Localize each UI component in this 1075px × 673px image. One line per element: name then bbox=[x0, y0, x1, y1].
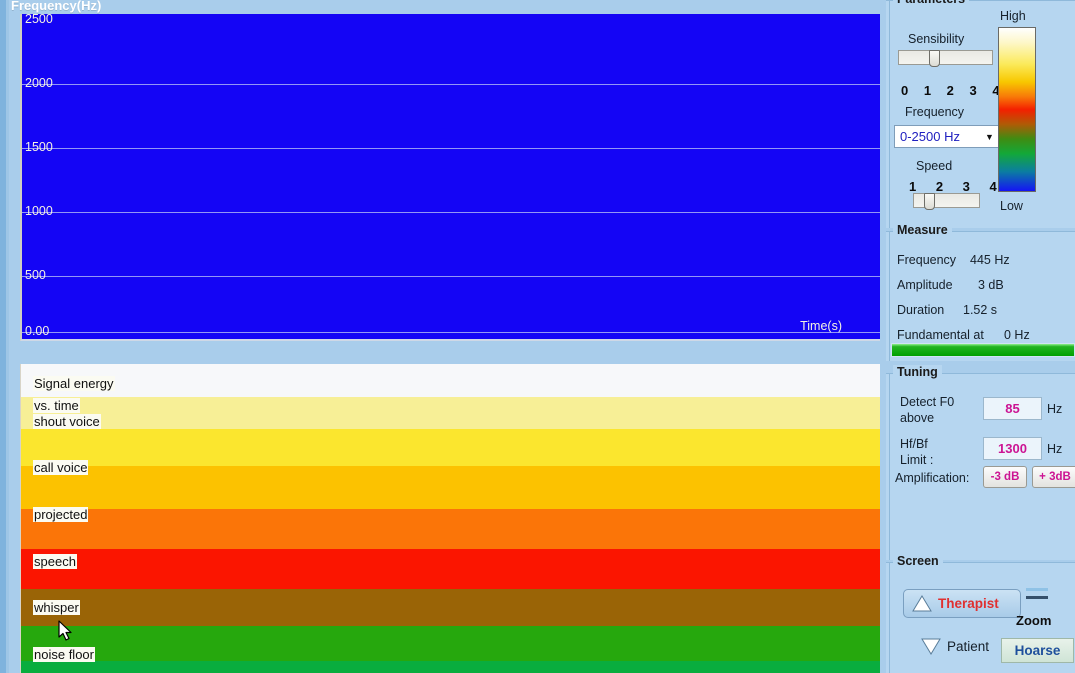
zoom-dash-dark-icon bbox=[1026, 596, 1048, 599]
hfbf-limit-label-line1: Hf/Bf bbox=[900, 437, 928, 451]
triangle-up-icon bbox=[912, 595, 932, 612]
parameters-panel: Parameters Sensibility 0 1 2 3 4 5 Frequ… bbox=[886, 0, 1075, 228]
energy-band bbox=[21, 661, 880, 673]
amplification-decrease-label: -3 dB bbox=[990, 471, 1020, 483]
color-scale-high-label: High bbox=[1000, 9, 1026, 23]
tuning-panel: Tuning Detect F0 above 85 Hz Hf/Bf Limit… bbox=[886, 365, 1075, 560]
amplification-increase-button[interactable]: + 3dB bbox=[1032, 466, 1075, 488]
triangle-down-icon bbox=[921, 638, 941, 655]
sensibility-label: Sensibility bbox=[908, 32, 965, 46]
parameters-group-side bbox=[889, 1, 890, 228]
measure-panel: Measure Frequency 445 Hz Amplitude 3 dB … bbox=[886, 223, 1075, 361]
measure-title: Measure bbox=[893, 223, 952, 237]
spectrogram-gridline bbox=[22, 84, 880, 85]
measure-fundamental-value: 0 Hz bbox=[1004, 328, 1030, 342]
spectrogram-gridline bbox=[22, 276, 880, 277]
chevron-down-icon: ▼ bbox=[985, 131, 994, 142]
zoom-label: Zoom bbox=[1016, 613, 1052, 628]
spectrogram-y-tick: 500 bbox=[25, 268, 46, 282]
spectrogram-panel: Frequency(Hz) Time(s) 2500 2000 1500 1000 50… bbox=[9, 0, 881, 352]
hfbf-limit-label-line2: Limit : bbox=[900, 453, 934, 467]
hoarse-button[interactable]: Hoarse bbox=[1001, 638, 1074, 663]
energy-band bbox=[21, 429, 880, 466]
band-label-noise-floor: noise floor bbox=[33, 647, 95, 662]
measure-duration-value: 1.52 s bbox=[963, 303, 998, 317]
band-label-shout-voice: shout voice bbox=[33, 414, 101, 429]
band-label-whisper: whisper bbox=[33, 600, 80, 615]
spectrogram-y-tick: 1000 bbox=[25, 204, 53, 218]
spectrogram-y-tick: 1500 bbox=[25, 140, 53, 154]
band-label-projected: projected bbox=[33, 507, 89, 522]
zoom-control[interactable] bbox=[1026, 588, 1048, 599]
hfbf-limit-input[interactable]: 1300 bbox=[983, 437, 1042, 460]
energy-band bbox=[21, 549, 880, 589]
measure-duration-label: Duration bbox=[897, 303, 945, 317]
spectrogram-gridline bbox=[22, 148, 880, 149]
hfbf-limit-unit: Hz bbox=[1047, 442, 1063, 456]
energy-band bbox=[21, 364, 880, 397]
spectrogram-y-tick: 2500 bbox=[25, 12, 53, 26]
spectrogram-y-tick: 2000 bbox=[25, 76, 53, 90]
color-scale-bar bbox=[998, 27, 1036, 192]
spectrogram-x-axis-title: Time(s) bbox=[800, 319, 842, 333]
screen-panel: Screen Therapist Patient Zoom Hoarse bbox=[886, 554, 1075, 673]
detect-f0-label-line1: Detect F0 bbox=[900, 395, 955, 409]
detect-f0-label-line2: above bbox=[900, 411, 935, 425]
energy-band-stack: Signal energy vs. time shout voice call voi… bbox=[20, 364, 880, 673]
color-scale-low-label: Low bbox=[1000, 199, 1023, 213]
amplification-increase-label: + 3dB bbox=[1039, 471, 1071, 483]
energy-band bbox=[21, 626, 880, 661]
frequency-range-label: Frequency bbox=[905, 105, 965, 119]
measure-fundamental-label: Fundamental at bbox=[897, 328, 984, 342]
parameters-title: Parameters bbox=[893, 0, 970, 6]
signal-energy-legend-panel: Signal energy vs. time shout voice call voi… bbox=[9, 362, 881, 673]
measure-group-side bbox=[889, 232, 890, 361]
spectrogram-y-axis-title: Frequency(Hz) bbox=[11, 0, 102, 13]
spectrogram-gridline bbox=[22, 332, 880, 333]
speed-slider[interactable] bbox=[913, 193, 980, 210]
energy-band bbox=[21, 509, 880, 549]
energy-band bbox=[21, 466, 880, 509]
spectrogram-plot-area[interactable]: Time(s) 2500 2000 1500 1000 500 0.00 bbox=[20, 12, 880, 341]
legend-heading: Signal energy bbox=[33, 376, 115, 391]
amplification-decrease-button[interactable]: -3 dB bbox=[983, 466, 1027, 488]
hfbf-limit-value: 1300 bbox=[998, 441, 1027, 456]
screen-group-side bbox=[889, 563, 890, 673]
screen-title: Screen bbox=[893, 554, 943, 568]
measure-amplitude-value: 3 dB bbox=[978, 278, 1004, 292]
legend-subheading: vs. time bbox=[33, 398, 80, 413]
measure-frequency-value: 445 Hz bbox=[970, 253, 1010, 267]
spectrogram-gridline bbox=[22, 212, 880, 213]
speed-slider-thumb[interactable] bbox=[924, 193, 935, 210]
application-window: Frequency(Hz) Time(s) 2500 2000 1500 1000 50… bbox=[0, 0, 1075, 673]
sensibility-slider[interactable] bbox=[898, 50, 993, 67]
detect-f0-input[interactable]: 85 bbox=[983, 397, 1042, 420]
signal-level-progress-bar bbox=[891, 343, 1075, 357]
energy-band bbox=[21, 397, 880, 429]
speed-label: Speed bbox=[916, 159, 953, 173]
therapist-view-label: Therapist bbox=[938, 596, 999, 611]
band-label-call-voice: call voice bbox=[33, 460, 89, 475]
tuning-title: Tuning bbox=[893, 365, 942, 379]
frequency-range-select[interactable]: 0-2500 Hz ▼ bbox=[894, 125, 999, 148]
detect-f0-value: 85 bbox=[1005, 401, 1020, 416]
patient-view-label: Patient bbox=[947, 639, 990, 654]
energy-band bbox=[21, 589, 880, 626]
detect-f0-unit: Hz bbox=[1047, 402, 1063, 416]
sensibility-slider-thumb[interactable] bbox=[929, 50, 940, 67]
measure-frequency-label: Frequency bbox=[897, 253, 957, 267]
tuning-group-side bbox=[889, 374, 890, 560]
therapist-view-button[interactable]: Therapist bbox=[903, 589, 1021, 618]
band-label-speech: speech bbox=[33, 554, 77, 569]
frequency-range-value: 0-2500 Hz bbox=[900, 129, 960, 144]
hoarse-label: Hoarse bbox=[1014, 643, 1061, 658]
amplification-label: Amplification: bbox=[895, 471, 970, 485]
zoom-dash-light-icon bbox=[1026, 588, 1048, 591]
measure-amplitude-label: Amplitude bbox=[897, 278, 953, 292]
spectrogram-y-tick: 0.00 bbox=[25, 324, 50, 338]
